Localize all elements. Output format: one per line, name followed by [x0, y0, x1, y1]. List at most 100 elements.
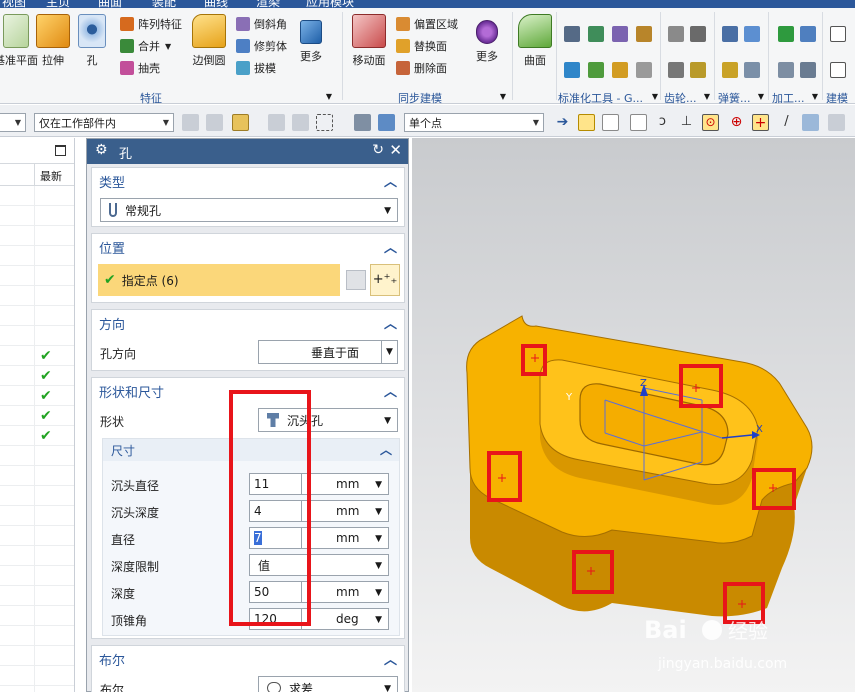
surface-button[interactable]: 曲面: [518, 14, 552, 68]
draft-button[interactable]: 拔模: [236, 58, 276, 78]
navigator-row[interactable]: [0, 226, 74, 246]
maximize-icon[interactable]: [55, 145, 66, 156]
selection-tool-icon[interactable]: [292, 114, 309, 131]
unit-select[interactable]: mm ▼: [301, 581, 389, 603]
navigator-row[interactable]: [0, 466, 74, 486]
navigator-row[interactable]: [0, 506, 74, 526]
navigator-row[interactable]: [0, 446, 74, 466]
spring-tool-icon[interactable]: [722, 26, 738, 42]
selection-tool-icon[interactable]: [378, 114, 395, 131]
standard-tool-icon[interactable]: [564, 26, 580, 42]
standard-tool-icon[interactable]: [636, 26, 652, 42]
rectangle-select-icon[interactable]: [316, 114, 333, 131]
machining-tool-icon[interactable]: [778, 62, 794, 78]
sketch-section-icon[interactable]: [346, 270, 366, 290]
trim-body-button[interactable]: 修剪体: [236, 36, 287, 56]
navigator-row[interactable]: [0, 646, 74, 666]
building-tool-icon[interactable]: [830, 26, 846, 42]
spring-group-dropdown-icon[interactable]: ▼: [756, 92, 766, 102]
gear-tool-icon[interactable]: [668, 62, 684, 78]
navigator-row[interactable]: [0, 626, 74, 646]
snap-intersection-icon[interactable]: ⊥: [678, 114, 695, 131]
gear-tool-icon[interactable]: [690, 26, 706, 42]
navigator-row[interactable]: [0, 546, 74, 566]
type-filter-select[interactable]: ▼: [0, 113, 26, 132]
snap-on-curve-icon[interactable]: /: [778, 114, 795, 131]
move-face-button[interactable]: 移动面: [352, 14, 386, 68]
navigator-row[interactable]: [0, 526, 74, 546]
tab-surface[interactable]: 曲面: [98, 0, 122, 8]
selection-tool-icon[interactable]: [354, 114, 371, 131]
snap-endpoint-icon[interactable]: [578, 114, 595, 131]
more-feature-button[interactable]: 更多: [300, 20, 322, 64]
navigator-row[interactable]: [0, 246, 74, 266]
tab-assembly[interactable]: 装配: [152, 0, 176, 8]
edge-blend-button[interactable]: 边倒圆: [192, 14, 226, 68]
tab-home[interactable]: 主页: [46, 0, 70, 8]
unit-select[interactable]: mm ▼: [301, 527, 389, 549]
scope-filter-select[interactable]: 仅在工作部件内 ▼: [34, 113, 174, 132]
more-sync-button[interactable]: 更多: [476, 20, 498, 64]
navigator-row[interactable]: [0, 486, 74, 506]
machining-tool-icon[interactable]: [778, 26, 794, 42]
machining-group-dropdown-icon[interactable]: ▼: [810, 92, 820, 102]
selection-tool-icon[interactable]: [182, 114, 199, 131]
gear-tool-icon[interactable]: [690, 62, 706, 78]
navigator-row[interactable]: [0, 206, 74, 226]
machining-tool-icon[interactable]: [800, 26, 816, 42]
navigator-row[interactable]: [0, 586, 74, 606]
tab-render[interactable]: 渲染: [256, 0, 280, 8]
navigator-row[interactable]: ✔: [0, 426, 74, 446]
selection-tool-icon[interactable]: [232, 114, 249, 131]
snap-line-icon[interactable]: [602, 114, 619, 131]
navigator-row[interactable]: [0, 286, 74, 306]
building-tool-icon[interactable]: [830, 62, 846, 78]
offset-region-button[interactable]: 偏置区域: [396, 14, 458, 34]
gear-group-dropdown-icon[interactable]: ▼: [702, 92, 712, 102]
boolean-select[interactable]: 求差 ▼: [258, 676, 398, 692]
boolean-section-header[interactable]: 布尔 ︿: [92, 646, 404, 670]
pattern-feature-button[interactable]: 阵列特征: [120, 14, 182, 34]
navigator-row[interactable]: [0, 686, 74, 692]
unit-select[interactable]: deg ▼: [301, 608, 389, 630]
standard-tool-icon[interactable]: [612, 62, 628, 78]
navigator-row[interactable]: [0, 306, 74, 326]
navigator-row[interactable]: [0, 566, 74, 586]
unit-select[interactable]: mm ▼: [301, 473, 389, 495]
graphics-viewport[interactable]: X Y Z Bai 经验 jingyan.baidu.com: [412, 138, 855, 692]
chamfer-button[interactable]: 倒斜角: [236, 14, 287, 34]
machining-tool-icon[interactable]: [800, 62, 816, 78]
hole-button[interactable]: 孔: [78, 14, 106, 68]
close-icon[interactable]: ✕: [389, 141, 402, 159]
delete-face-button[interactable]: 删除面: [396, 58, 447, 78]
direction-section-header[interactable]: 方向 ︿: [92, 310, 404, 334]
tab-curve[interactable]: 曲线: [204, 0, 228, 8]
standard-tool-icon[interactable]: [588, 62, 604, 78]
standard-tool-icon[interactable]: [636, 62, 652, 78]
spring-tool-icon[interactable]: [744, 62, 760, 78]
reset-icon[interactable]: ↻: [372, 142, 384, 158]
snap-point-select[interactable]: 单个点 ▼: [404, 113, 544, 132]
arrow-right-icon[interactable]: ➔: [554, 114, 571, 131]
navigator-row[interactable]: [0, 326, 74, 346]
navigator-row[interactable]: [0, 606, 74, 626]
standard-tool-icon[interactable]: [612, 26, 628, 42]
tab-view[interactable]: 视图: [2, 0, 26, 8]
unite-dropdown-icon[interactable]: ▼: [165, 42, 171, 51]
navigator-row[interactable]: ✔: [0, 346, 74, 366]
navigator-row[interactable]: [0, 266, 74, 286]
column-latest[interactable]: 最新: [40, 168, 62, 184]
unit-select[interactable]: mm ▼: [301, 500, 389, 522]
snap-center-icon[interactable]: ⊙: [702, 114, 719, 131]
extrude-button[interactable]: 拉伸: [36, 14, 70, 68]
snap-quadrant-icon[interactable]: ⊕: [728, 114, 745, 131]
type-section-header[interactable]: 类型 ︿: [92, 168, 404, 192]
selection-tool-icon[interactable]: [268, 114, 285, 131]
ribbon-group-dropdown-icon[interactable]: ▼: [324, 92, 334, 102]
snap-curve-icon[interactable]: ↄ: [654, 114, 671, 131]
datum-plane-button[interactable]: 基准平面: [0, 14, 38, 68]
standard-tools-dropdown-icon[interactable]: ▼: [650, 92, 660, 102]
snap-face-icon[interactable]: [802, 114, 819, 131]
spring-tool-icon[interactable]: [744, 26, 760, 42]
point-dialog-icon[interactable]: +⁺₊: [370, 264, 400, 296]
